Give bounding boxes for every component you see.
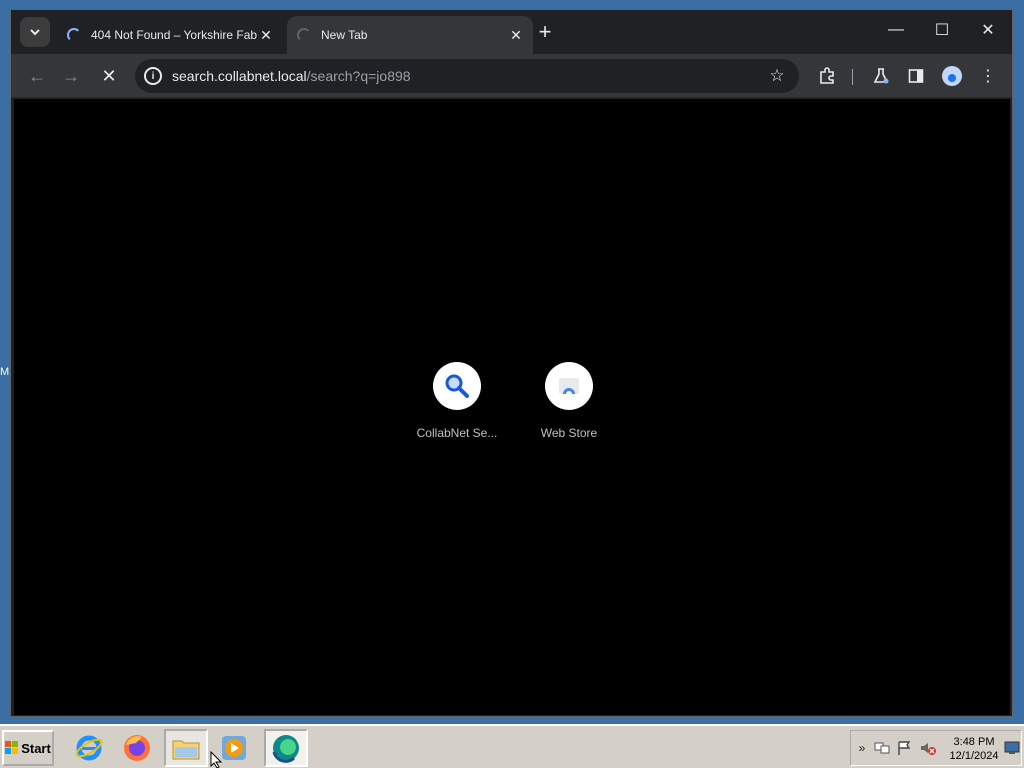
webstore-icon bbox=[559, 378, 579, 397]
clock-date: 12/1/2024 bbox=[949, 750, 999, 762]
url-path: /search?q=jo898 bbox=[306, 68, 411, 84]
tray-expand-chevron-icon[interactable]: » bbox=[853, 739, 871, 757]
browser-toolbar: ← → ✕ i search.collabnet.local/search?q=… bbox=[11, 54, 1012, 98]
toolbar-divider bbox=[852, 69, 853, 85]
search-icon bbox=[445, 374, 469, 398]
shortcut-web-store[interactable]: Web Store bbox=[514, 362, 624, 440]
tab-404-not-found[interactable]: 404 Not Found – Yorkshire Fabric ✕ bbox=[57, 16, 283, 54]
edge-icon bbox=[272, 735, 299, 763]
action-center-flag-icon[interactable] bbox=[895, 739, 913, 757]
taskbar-file-explorer[interactable] bbox=[164, 729, 208, 767]
shortcut-tile bbox=[545, 362, 593, 410]
shortcut-tile bbox=[433, 362, 481, 410]
address-bar[interactable]: i search.collabnet.local/search?q=jo898 … bbox=[135, 59, 799, 93]
tab-strip: 404 Not Found – Yorkshire Fabric ✕ New T… bbox=[11, 10, 1012, 54]
profile-button[interactable] bbox=[938, 62, 966, 90]
start-button[interactable]: Start bbox=[2, 730, 54, 766]
new-tab-button[interactable]: + bbox=[533, 19, 557, 44]
puzzle-icon bbox=[820, 67, 834, 84]
system-tray: » 3:48 PM 12/1/2024 bbox=[850, 730, 1022, 766]
taskbar-internet-explorer[interactable] bbox=[67, 729, 111, 767]
start-label: Start bbox=[21, 740, 51, 756]
taskbar-clock[interactable]: 3:48 PM 12/1/2024 bbox=[947, 735, 1001, 763]
close-window-button[interactable]: ✕ bbox=[965, 10, 1011, 50]
url-host: search.collabnet.local bbox=[172, 68, 307, 84]
chevron-down-icon bbox=[30, 29, 40, 36]
taskbar: Start » 3:48 PM 12/1/2024 bbox=[0, 724, 1024, 768]
show-desktop-icon[interactable] bbox=[1003, 739, 1021, 757]
browser-menu-button[interactable]: ⋮ bbox=[974, 62, 1002, 90]
tab-close-icon[interactable]: ✕ bbox=[507, 26, 525, 44]
firefox-icon bbox=[124, 735, 150, 761]
extensions-button[interactable] bbox=[813, 62, 841, 90]
shortcut-collabnet-search[interactable]: CollabNet Se... bbox=[402, 362, 512, 440]
forward-button[interactable]: → bbox=[57, 62, 85, 90]
bookmark-star-icon[interactable]: ☆ bbox=[763, 62, 791, 90]
side-panel-button[interactable] bbox=[902, 62, 930, 90]
network-icon[interactable] bbox=[873, 739, 891, 757]
tab-close-icon[interactable]: ✕ bbox=[257, 26, 275, 44]
loading-spinner-icon bbox=[67, 28, 81, 42]
tab-search-button[interactable] bbox=[20, 17, 50, 47]
clock-time: 3:48 PM bbox=[953, 736, 995, 748]
taskbar-firefox[interactable] bbox=[115, 729, 159, 767]
shortcut-label: Web Store bbox=[540, 426, 598, 440]
tab-new-tab[interactable]: New Tab ✕ bbox=[287, 16, 533, 54]
labs-button[interactable] bbox=[867, 62, 895, 90]
browser-window: 404 Not Found – Yorkshire Fabric ✕ New T… bbox=[10, 9, 1013, 717]
new-tab-page: CollabNet Se... Web Store bbox=[14, 99, 1010, 715]
taskbar-edge[interactable] bbox=[264, 729, 308, 767]
loading-spinner-icon bbox=[297, 28, 311, 42]
tab-title: 404 Not Found – Yorkshire Fabric bbox=[91, 28, 257, 42]
minimize-button[interactable]: — bbox=[873, 10, 919, 50]
internet-explorer-icon bbox=[75, 735, 103, 761]
shortcut-label: CollabNet Se... bbox=[416, 426, 498, 440]
desktop-edge-text: M bbox=[0, 366, 10, 378]
url-text[interactable]: search.collabnet.local/search?q=jo898 bbox=[172, 68, 763, 84]
avatar-icon bbox=[942, 66, 962, 86]
volume-muted-icon[interactable] bbox=[919, 739, 937, 757]
maximize-button[interactable]: ☐ bbox=[919, 10, 965, 50]
folder-icon bbox=[172, 740, 200, 760]
media-player-icon bbox=[222, 736, 246, 760]
flask-icon bbox=[873, 68, 889, 84]
stop-loading-button[interactable]: ✕ bbox=[95, 62, 123, 90]
site-info-icon[interactable]: i bbox=[144, 67, 162, 85]
tab-title: New Tab bbox=[321, 28, 368, 42]
mouse-cursor-icon bbox=[210, 751, 223, 768]
windows-flag-icon bbox=[5, 741, 19, 754]
back-button[interactable]: ← bbox=[23, 62, 51, 90]
side-panel-icon bbox=[908, 69, 924, 83]
